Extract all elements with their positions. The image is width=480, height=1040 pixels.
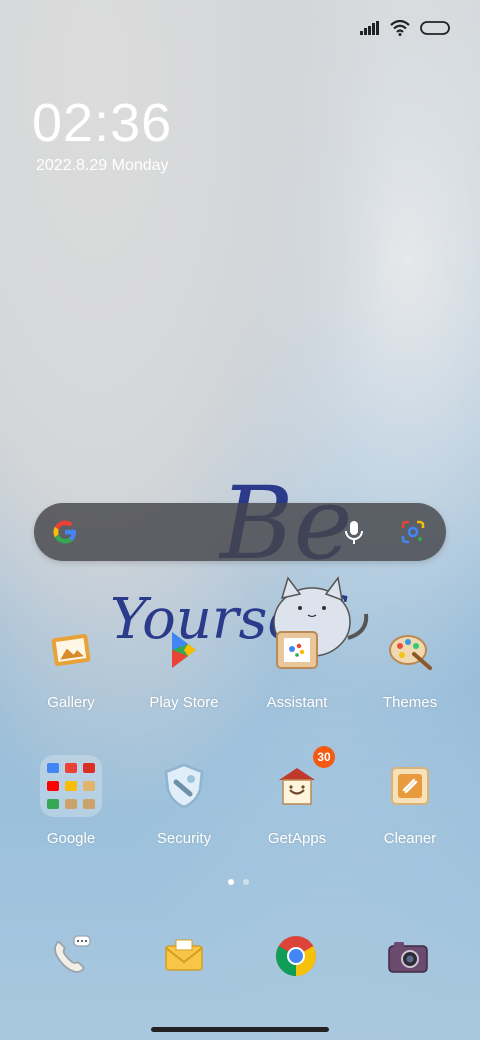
play-store-icon	[158, 624, 210, 676]
camera-icon[interactable]	[386, 934, 430, 978]
google-lens-icon[interactable]	[400, 519, 426, 545]
app-label: Themes	[382, 694, 438, 711]
notification-badge: 30	[313, 746, 335, 768]
phone-icon[interactable]	[48, 934, 92, 978]
app-cleaner[interactable]: Cleaner	[355, 760, 465, 847]
google-logo-icon[interactable]	[50, 517, 80, 547]
chrome-icon[interactable]	[274, 934, 318, 978]
messages-icon[interactable]	[162, 934, 206, 978]
app-security[interactable]: Security	[129, 760, 239, 847]
app-label: Security	[156, 830, 212, 847]
page-indicator[interactable]	[228, 879, 249, 885]
getapps-icon: 30	[271, 746, 335, 812]
app-label: GetApps	[267, 830, 327, 847]
clock-time: 02:36	[32, 93, 173, 153]
app-gallery[interactable]: Gallery	[16, 624, 126, 711]
google-folder-icon	[40, 755, 102, 817]
status-bar	[360, 18, 450, 38]
app-assistant[interactable]: Assistant	[242, 624, 352, 711]
security-icon	[158, 760, 210, 812]
app-themes[interactable]: Themes	[355, 624, 465, 711]
battery-icon	[420, 21, 450, 35]
app-label: Google	[46, 830, 96, 847]
google-search-bar[interactable]	[34, 503, 446, 561]
gallery-icon	[45, 624, 97, 676]
clock-date: 2022.8.29 Monday	[36, 157, 169, 174]
app-getapps[interactable]: 30 GetApps	[242, 746, 352, 847]
cleaner-icon	[384, 760, 436, 812]
page-dot-1[interactable]	[228, 879, 234, 885]
signal-icon	[360, 21, 379, 35]
microphone-icon[interactable]	[342, 519, 366, 545]
app-label: Assistant	[266, 694, 328, 711]
app-label: Cleaner	[383, 830, 437, 847]
wifi-icon	[390, 20, 410, 36]
app-folder-google[interactable]: Google	[16, 755, 126, 847]
app-label: Play Store	[149, 694, 219, 711]
page-dot-2[interactable]	[243, 879, 249, 885]
home-indicator[interactable]	[151, 1027, 329, 1032]
themes-icon	[384, 624, 436, 676]
app-play-store[interactable]: Play Store	[129, 624, 239, 711]
app-label: Gallery	[47, 694, 95, 711]
assistant-icon	[271, 624, 323, 676]
